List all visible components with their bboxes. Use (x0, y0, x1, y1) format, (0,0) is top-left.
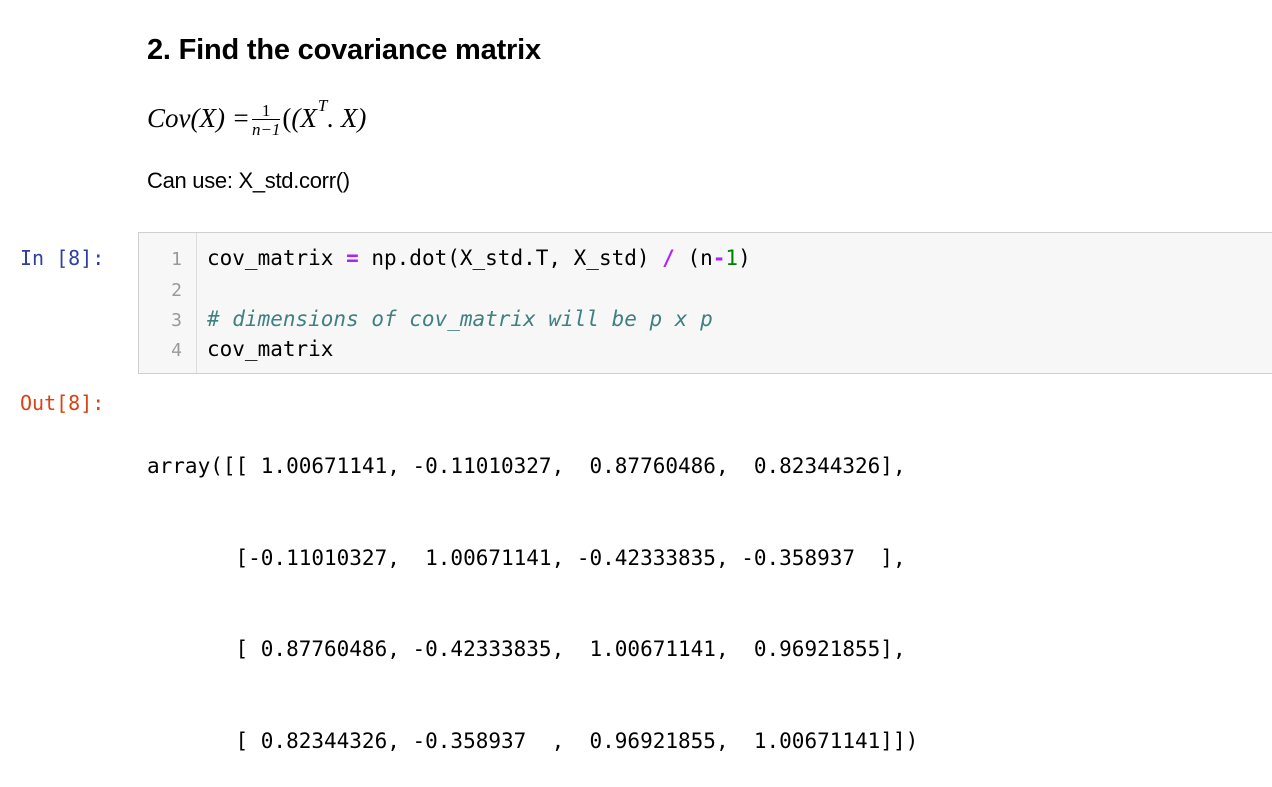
code-line-3-comment: # dimensions of cov_matrix will be p x p (207, 307, 713, 331)
formula-transpose: T (317, 96, 328, 115)
formula-rhs-open: ((X (282, 102, 317, 133)
formula-fraction: 1 n−1 (251, 100, 281, 139)
line-number-gutter: 1 2 3 4 (139, 233, 197, 373)
fraction-numerator: 1 (261, 100, 271, 120)
output-line: [ 0.87760486, -0.42333835, 1.00671141, 0… (147, 637, 906, 661)
formula-lhs: Cov(X) = (147, 102, 250, 133)
covariance-formula: Cov(X) = 1 n−1 ((X T . X) (147, 96, 366, 140)
line-number: 2 (171, 280, 182, 301)
formula-rhs-close: . X) (327, 102, 367, 133)
fraction-denominator: n−1 (251, 119, 281, 139)
code-line-4: cov_matrix (207, 337, 334, 361)
input-prompt: In [8]: (20, 246, 105, 270)
output-line: [-0.11010327, 1.00671141, -0.42333835, -… (147, 545, 906, 570)
line-number: 3 (171, 310, 182, 331)
output-array: array([[ 1.00671141, -0.11010327, 0.8776… (147, 390, 918, 787)
output-line: array([[ 1.00671141, -0.11010327, 0.8776… (147, 454, 906, 478)
code-line-1: cov_matrix = np.dot(X_std.T, X_std) / (n… (207, 246, 751, 270)
markdown-note: Can use: X_std.corr() (147, 168, 350, 193)
code-cell-editor[interactable]: 1 2 3 4 cov_matrix = np.dot(X_std.T, X_s… (138, 232, 1272, 374)
markdown-heading: 2. Find the covariance matrix (147, 34, 541, 66)
output-line: [ 0.82344326, -0.358937 , 0.96921855, 1.… (147, 728, 919, 753)
line-number: 4 (171, 340, 182, 361)
output-prompt: Out[8]: (20, 391, 105, 415)
line-number: 1 (171, 249, 182, 270)
